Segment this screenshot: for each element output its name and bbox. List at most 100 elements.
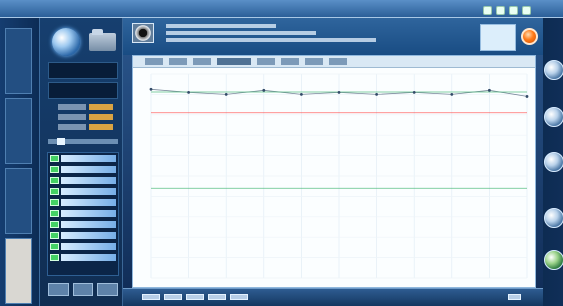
channel-check[interactable] — [50, 166, 59, 173]
status-light-icon — [496, 6, 505, 15]
channel-check[interactable] — [50, 232, 59, 239]
chart-background — [133, 68, 535, 287]
series-point-6 — [337, 90, 341, 94]
channel-check[interactable] — [50, 199, 59, 206]
toolbar-button[interactable] — [186, 294, 204, 300]
control-slider[interactable] — [48, 138, 118, 145]
chart-tab[interactable] — [329, 58, 347, 65]
series-point-8 — [412, 90, 416, 94]
footer-control-button[interactable] — [97, 283, 119, 296]
channel-row[interactable] — [50, 188, 116, 197]
left-panel-footer-controls — [48, 283, 119, 296]
channel-row[interactable] — [50, 177, 116, 186]
chart-tab[interactable] — [145, 58, 163, 65]
channel-row[interactable] — [50, 232, 116, 241]
header-info-line — [166, 31, 316, 35]
toolbar-button[interactable] — [208, 294, 226, 300]
window-title — [235, 3, 327, 13]
channel-check[interactable] — [50, 254, 59, 261]
channel-row[interactable] — [50, 210, 116, 219]
channel-label — [61, 210, 116, 217]
channel-list — [47, 152, 119, 276]
channel-label — [61, 254, 116, 261]
bottom-toolbar — [123, 288, 543, 306]
folder-icon[interactable] — [89, 29, 116, 51]
record-button[interactable] — [521, 28, 538, 45]
numeric-readout — [48, 62, 118, 79]
summary-box — [480, 24, 516, 51]
toolbar-button[interactable] — [164, 294, 182, 300]
round-control-icon[interactable] — [544, 107, 563, 127]
chart-tab[interactable] — [193, 58, 211, 65]
parameter-label — [58, 114, 86, 120]
channel-check[interactable] — [50, 188, 59, 195]
vertical-tab[interactable] — [5, 168, 32, 234]
round-control-icon[interactable] — [544, 152, 563, 172]
parameter-row — [58, 104, 116, 111]
status-light-icon — [483, 6, 492, 15]
series-point-10 — [488, 88, 491, 92]
parameter-value[interactable] — [89, 114, 113, 120]
vertical-tab[interactable] — [5, 28, 32, 94]
right-control-rail — [543, 18, 563, 306]
chart-tab[interactable] — [169, 58, 187, 65]
round-control-icon[interactable] — [544, 208, 563, 228]
toolbar-button[interactable] — [142, 294, 160, 300]
measurement-application-window — [0, 0, 563, 306]
chart-tab[interactable] — [217, 58, 251, 65]
status-light-icon — [522, 6, 531, 15]
chart-header — [123, 18, 543, 55]
chart-tab[interactable] — [305, 58, 323, 65]
channel-check[interactable] — [50, 243, 59, 250]
chart-tab[interactable] — [281, 58, 299, 65]
footer-control-button[interactable] — [72, 283, 94, 296]
channel-label — [61, 243, 116, 250]
channel-row[interactable] — [50, 254, 116, 263]
line-chart — [133, 68, 535, 287]
series-point-3 — [224, 93, 228, 96]
channel-label — [61, 188, 116, 195]
chart-tab[interactable] — [257, 58, 275, 65]
series-point-5 — [300, 93, 303, 96]
parameter-fields — [58, 104, 116, 133]
series-point-9 — [450, 93, 454, 96]
round-control-icon[interactable] — [52, 28, 80, 56]
parameter-value[interactable] — [89, 124, 113, 130]
channel-row[interactable] — [50, 221, 116, 230]
parameter-label — [58, 104, 86, 110]
series-point-7 — [375, 93, 378, 96]
round-control-icon[interactable] — [544, 60, 563, 80]
numeric-readout — [48, 82, 118, 99]
channel-label — [61, 232, 116, 239]
series-point-4 — [262, 88, 266, 92]
slider-thumb[interactable] — [57, 138, 65, 145]
footer-control-button[interactable] — [48, 283, 69, 296]
channel-row[interactable] — [50, 199, 116, 208]
vertical-tab[interactable] — [5, 98, 32, 164]
toolbar-button[interactable] — [508, 294, 521, 300]
channel-row[interactable] — [50, 155, 116, 164]
channel-label — [61, 177, 116, 184]
channel-check[interactable] — [50, 221, 59, 228]
header-info-line — [166, 38, 376, 42]
parameter-value[interactable] — [89, 104, 113, 110]
selected-vertical-tab[interactable] — [5, 238, 32, 304]
channel-check[interactable] — [50, 177, 59, 184]
parameter-label — [58, 124, 86, 130]
window-status-lights — [483, 5, 541, 16]
channel-row[interactable] — [50, 166, 116, 175]
camera-icon[interactable] — [132, 23, 154, 43]
channel-label — [61, 155, 116, 162]
round-control-icon[interactable] — [544, 250, 563, 270]
channel-label — [61, 199, 116, 206]
status-light-icon — [509, 6, 518, 15]
left-vertical-tab-rail — [0, 18, 40, 306]
channel-check[interactable] — [50, 210, 59, 217]
parameter-row — [58, 124, 116, 131]
channel-check[interactable] — [50, 155, 59, 162]
series-point-11 — [525, 95, 529, 98]
toolbar-button[interactable] — [230, 294, 248, 300]
header-info-line — [166, 24, 276, 28]
channel-row[interactable] — [50, 243, 116, 252]
series-point-2 — [187, 90, 190, 94]
